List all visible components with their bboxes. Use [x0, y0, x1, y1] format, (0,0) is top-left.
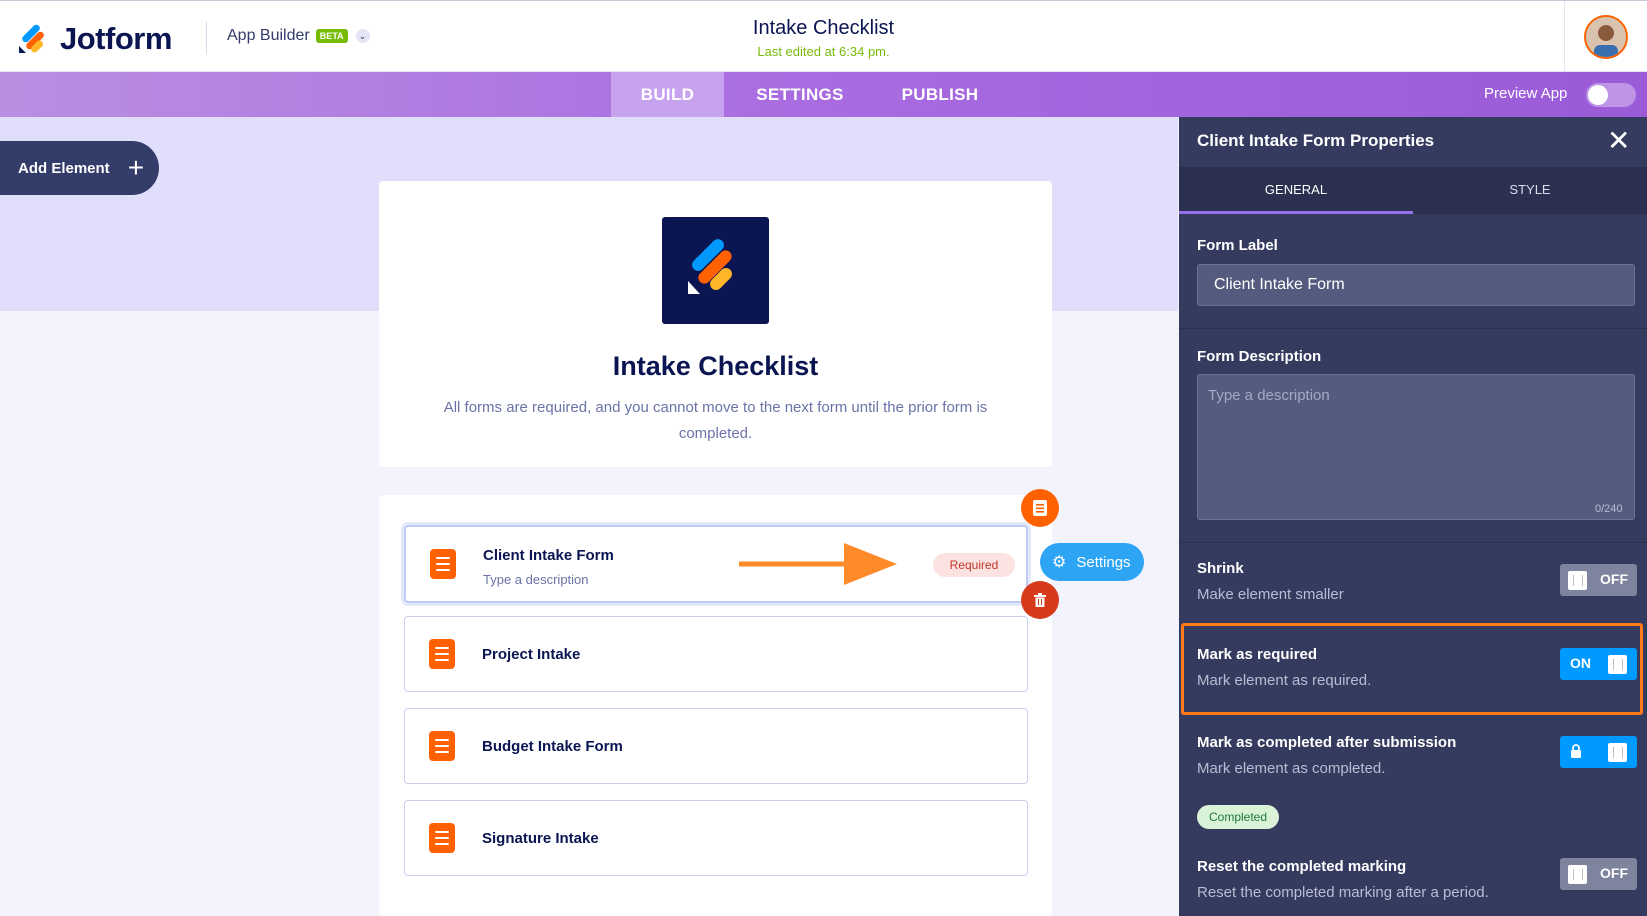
tab-settings[interactable]: SETTINGS [740, 72, 860, 117]
completed-badge: Completed [1197, 805, 1279, 829]
jotform-app-icon [688, 239, 732, 294]
close-icon[interactable]: ✕ [1607, 127, 1630, 155]
char-counter: 0/240 [1595, 503, 1623, 515]
app-title[interactable]: Intake Checklist [0, 17, 1647, 40]
list-item-budget-intake-form[interactable]: Budget Intake Form [404, 708, 1028, 784]
add-element-label: Add Element [18, 159, 110, 177]
form-icon [430, 549, 456, 579]
header-divider-right [1564, 1, 1565, 73]
mark-completed-title: Mark as completed after submission [1197, 734, 1457, 751]
last-edited: Last edited at 6:34 pm. [757, 44, 890, 59]
list-item-signature-intake[interactable]: Signature Intake [404, 800, 1028, 876]
lock-icon [1571, 744, 1581, 758]
reset-completed-desc: Reset the completed marking after a peri… [1197, 884, 1489, 901]
list-item-project-intake[interactable]: Project Intake [404, 616, 1028, 692]
plus-icon: + [127, 152, 145, 183]
toggle-knob [1588, 85, 1608, 105]
tab-general[interactable]: GENERAL [1179, 168, 1413, 214]
form-icon [429, 731, 455, 761]
form-icon [429, 823, 455, 853]
app-icon[interactable] [662, 217, 769, 324]
panel-tabs: GENERAL STYLE [1179, 168, 1647, 214]
mark-completed-desc: Mark element as completed. [1197, 760, 1386, 777]
shrink-title: Shrink [1197, 560, 1244, 577]
form-label-title: Form Label [1197, 237, 1278, 254]
app-title-block: Intake Checklist Last edited at 6:34 pm. [0, 17, 1647, 59]
preview-app-label: Preview App [1484, 85, 1568, 102]
delete-button[interactable] [1021, 581, 1059, 619]
builder-nav: BUILD SETTINGS PUBLISH Preview App [0, 72, 1647, 117]
annotation-highlight [1181, 623, 1643, 715]
reset-completed-toggle[interactable]: OFF [1560, 858, 1637, 890]
divider [1179, 328, 1647, 329]
toggle-knob [1568, 865, 1587, 884]
toggle-knob [1608, 743, 1627, 762]
form-description-title: Form Description [1197, 348, 1322, 365]
form-description-input[interactable]: Type a description [1197, 374, 1635, 520]
panel-title: Client Intake Form Properties [1197, 131, 1435, 150]
form-list-card: Client Intake Form Type a description Re… [379, 495, 1052, 916]
user-avatar-icon [1586, 17, 1626, 57]
app-description[interactable]: All forms are required, and you cannot m… [409, 395, 1022, 447]
item-label: Budget Intake Form [482, 738, 623, 755]
gear-icon: ⚙ [1052, 554, 1067, 571]
form-label-input[interactable]: Client Intake Form [1197, 264, 1635, 306]
item-label: Signature Intake [482, 830, 599, 847]
toggle-knob [1568, 571, 1587, 590]
item-description: Type a description [483, 572, 589, 587]
preview-app-toggle[interactable] [1586, 83, 1636, 107]
shrink-toggle[interactable]: OFF [1560, 564, 1637, 596]
properties-panel: Client Intake Form Properties ✕ GENERAL … [1179, 117, 1647, 916]
panel-header: Client Intake Form Properties ✕ [1179, 117, 1647, 168]
required-badge: Required [933, 553, 1015, 577]
avatar[interactable] [1584, 15, 1628, 59]
item-label: Client Intake Form [483, 547, 614, 564]
toggle-state: OFF [1600, 865, 1628, 881]
settings-button[interactable]: ⚙ Settings [1040, 543, 1144, 581]
item-label: Project Intake [482, 646, 581, 663]
add-element-button[interactable]: Add Element + [0, 141, 159, 195]
settings-label: Settings [1076, 553, 1131, 571]
toggle-state: OFF [1600, 571, 1628, 587]
list-item-client-intake-form[interactable]: Client Intake Form Type a description Re… [404, 525, 1028, 603]
form-icon [429, 639, 455, 669]
top-bar: Jotform App Builder BETA ⌄ Intake Checkl… [0, 0, 1647, 73]
shrink-desc: Make element smaller [1197, 586, 1344, 603]
app-heading[interactable]: Intake Checklist [379, 351, 1052, 382]
tab-publish[interactable]: PUBLISH [880, 72, 1000, 117]
divider [1179, 542, 1647, 543]
tab-build[interactable]: BUILD [611, 72, 724, 117]
app-header-card[interactable]: Intake Checklist All forms are required,… [379, 181, 1052, 467]
form-icon [1033, 500, 1047, 516]
mark-completed-toggle[interactable] [1560, 736, 1637, 768]
form-properties-button[interactable] [1021, 489, 1059, 527]
tab-style[interactable]: STYLE [1413, 168, 1647, 214]
trash-icon [1034, 593, 1046, 607]
reset-completed-title: Reset the completed marking [1197, 858, 1407, 875]
arrow-annotation-icon [739, 543, 897, 585]
